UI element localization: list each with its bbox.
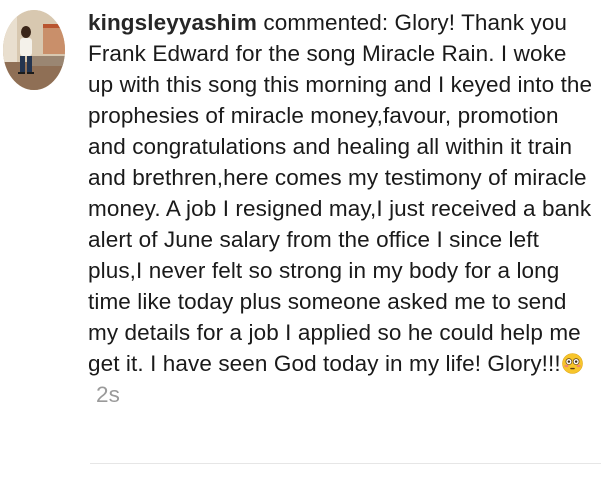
comment-item: kingsleyyashim commented: Glory! Thank y… (0, 0, 601, 482)
divider (90, 463, 601, 464)
username-link[interactable]: kingsleyyashim (88, 10, 257, 35)
flushed-face-icon (561, 353, 583, 374)
comment-body: kingsleyyashim commented: Glory! Thank y… (88, 7, 593, 410)
comment-text: Glory! Thank you Frank Edward for the so… (88, 10, 593, 376)
avatar-photo (3, 10, 65, 90)
comment-timestamp: 2s (96, 382, 120, 407)
comment-action: commented: (263, 10, 389, 35)
avatar[interactable] (3, 10, 65, 90)
